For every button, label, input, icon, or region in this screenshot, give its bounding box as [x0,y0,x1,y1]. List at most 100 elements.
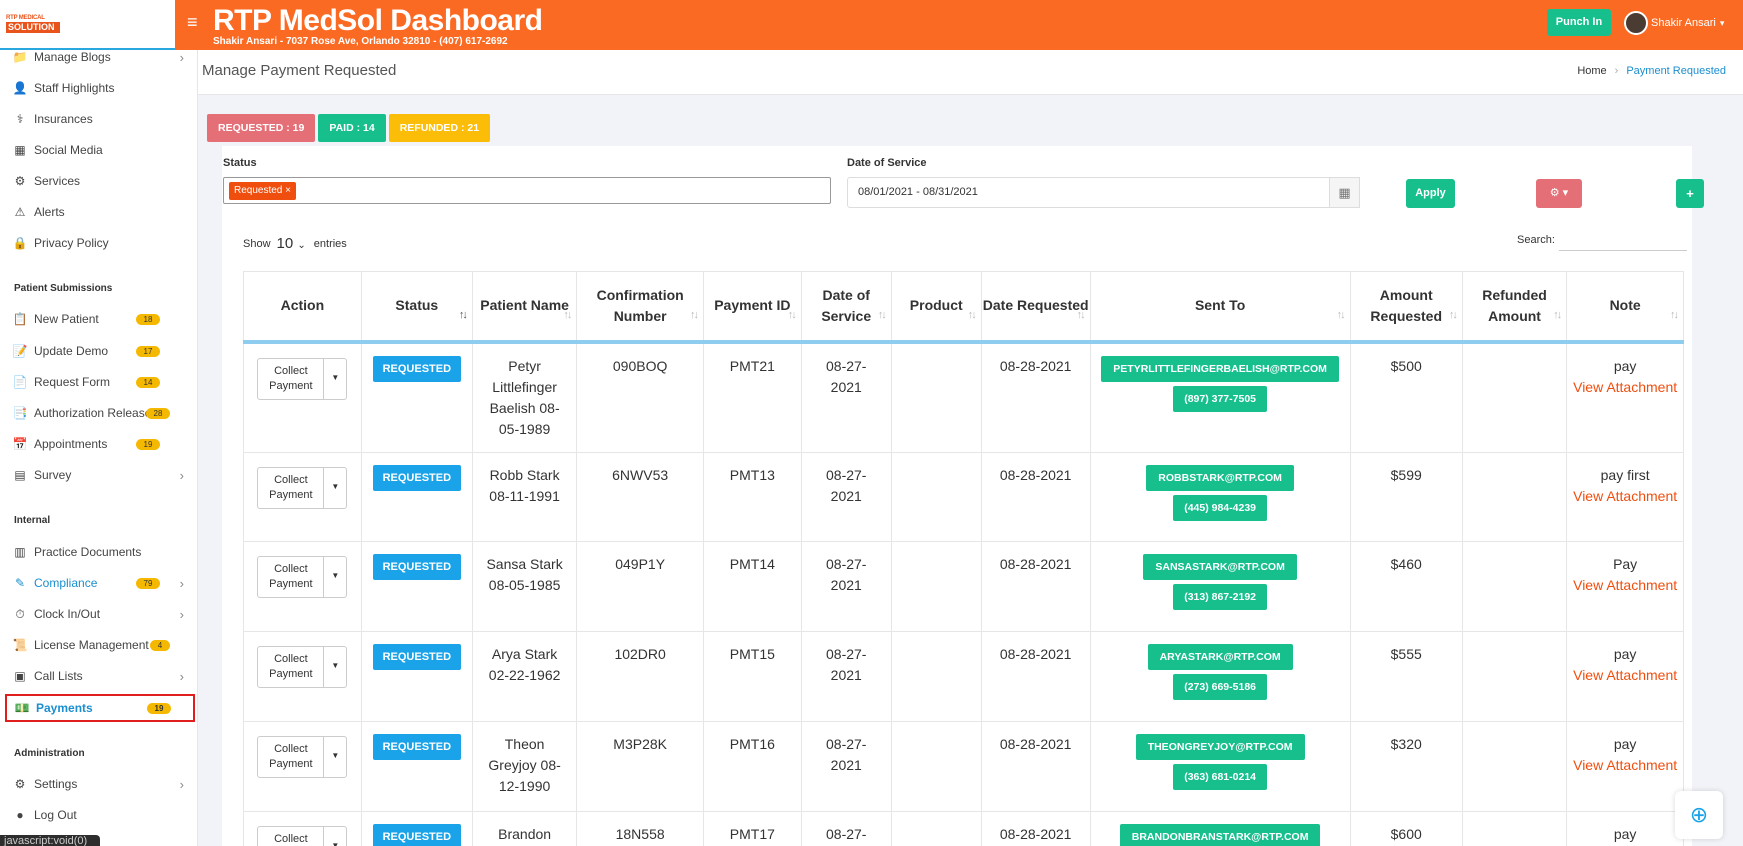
sidebar-item-request-form[interactable]: 📄 Request Form 14 [12,371,188,393]
chevron-down-icon: ▾ [1719,17,1725,28]
view-attachment-link[interactable]: View Attachment [1573,577,1677,593]
phone-badge[interactable]: (897) 377-7505 [1173,385,1268,412]
caret-down-icon[interactable]: ▼ [324,647,346,687]
caret-down-icon[interactable]: ▼ [324,737,346,777]
header-label: Date Requested [982,297,1089,314]
column-header-product[interactable]: Product ↑↓ [890,271,982,344]
status-filter-tag[interactable]: Requested × [229,182,296,200]
note-cell: pay first View Attachment [1566,452,1684,542]
add-button[interactable]: + [1676,179,1704,208]
sidebar-item-label: Authorization Release [34,406,152,420]
sidebar-item-clock-in-out[interactable]: ⏱ Clock In/Out › [12,603,188,625]
calendar-icon: 📅 [12,437,28,451]
column-header-confirmation-number[interactable]: Confirmation Number ↑↓ [576,271,704,344]
header-label: Refunded Amount [1482,286,1547,324]
sidebar-item-settings[interactable]: ⚙ Settings › [12,773,188,795]
date-range-input[interactable]: 08/01/2021 - 08/31/2021 [847,177,1330,208]
sidebar-item-compliance[interactable]: ✎ Compliance 79 › [12,572,188,594]
search-input[interactable] [1559,250,1687,251]
sidebar-item-social-media[interactable]: ▦ Social Media [12,139,188,161]
column-header-payment-id[interactable]: Payment ID ↑↓ [702,271,802,344]
apply-button[interactable]: Apply [1406,179,1455,208]
column-header-refunded-amount[interactable]: Refunded Amount ↑↓ [1461,271,1568,344]
email-badge[interactable]: ROBBSTARK@RTP.COM [1146,465,1294,491]
sidebar-item-call-lists[interactable]: ▣ Call Lists › [12,665,188,687]
sidebar-item-services[interactable]: ⚙ Services [12,170,188,192]
email-badge[interactable]: PETYRLITTLEFINGERBAELISH@RTP.COM [1101,355,1339,382]
sidebar-item-manage-blogs[interactable]: 📁 Manage Blogs › [12,46,188,68]
note-text: pay [1613,736,1637,752]
breadcrumb-separator-icon: › [1614,65,1619,77]
view-attachment-link[interactable]: View Attachment [1573,488,1677,504]
phone-badge[interactable]: (445) 984-4239 [1173,495,1268,521]
sidebar-item-insurances[interactable]: ⚕ Insurances [12,108,188,130]
caret-down-icon[interactable]: ▼ [324,359,346,399]
date-of-service-cell: 08-27-2021 [800,721,892,812]
sidebar-item-survey[interactable]: ▤ Survey › [12,464,188,486]
sidebar-item-staff-highlights[interactable]: 👤 Staff Highlights [12,77,188,99]
count-badge: 28 [146,407,170,419]
user-menu[interactable]: Shakir Ansari ▾ [1624,11,1724,35]
paid-count-pill[interactable]: PAID : 14 [318,114,386,142]
phone-badge[interactable]: (363) 681-0214 [1173,764,1268,790]
help-chat-icon[interactable]: ⊕ [1675,791,1723,839]
caret-down-icon[interactable]: ▼ [324,827,346,846]
column-header-amount-requested[interactable]: Amount Requested ↑↓ [1349,271,1463,344]
settings-dropdown-button[interactable]: ⚙ ▾ [1536,179,1582,208]
patient-name-cell: Petyr Littlefinger Baelish 08-05-1989 [471,341,578,453]
money-icon: 💵 [14,701,30,715]
phone-badge[interactable]: (313) 867-2192 [1173,584,1268,610]
hamburger-menu-icon[interactable]: ≡ [187,12,198,33]
sidebar-section-patient: Patient Submissions [14,283,113,294]
phone-badge[interactable]: (273) 669-5186 [1173,674,1268,700]
collect-payment-button[interactable]: Collect Payment▼ [257,826,348,846]
sent-to-cell: BRANDONBRANSTARK@RTP.COM [1089,811,1351,846]
sidebar-item-privacy-policy[interactable]: 🔒 Privacy Policy [12,232,188,254]
email-badge[interactable]: THEONGREYJOY@RTP.COM [1135,734,1305,760]
email-badge[interactable]: BRANDONBRANSTARK@RTP.COM [1119,824,1321,846]
page-length-select[interactable]: 10 ⌄ [277,235,306,252]
email-badge[interactable]: SANSASTARK@RTP.COM [1143,554,1297,580]
date-of-service-cell: 08-27-2021 [800,341,892,453]
sidebar-item-appointments[interactable]: 📅 Appointments 19 [12,433,188,455]
logo[interactable]: RTP MEDICAL SOLUTION [6,14,60,34]
email-badge[interactable]: ARYASTARK@RTP.COM [1147,644,1293,670]
sidebar-item-update-demo[interactable]: 📝 Update Demo 17 [12,340,188,362]
header-label: Status [395,297,439,314]
calendar-icon[interactable]: ▦ [1329,177,1360,208]
refunded-count-pill[interactable]: REFUNDED : 21 [388,114,491,142]
sidebar-item-alerts[interactable]: ⚠ Alerts [12,201,188,223]
column-header-status[interactable]: Status ↑↓ [360,271,473,344]
collect-payment-label: Collect Payment [258,737,325,777]
status-filter-select[interactable]: Requested × [223,177,831,204]
sidebar-item-license-management[interactable]: 📜 License Management 4 [12,634,188,656]
punch-in-button[interactable]: Punch In [1547,9,1611,36]
sidebar-scrollbar[interactable] [197,50,198,846]
page-length-value: 10 [276,235,294,252]
sidebar-item-new-patient[interactable]: 📋 New Patient 18 [12,308,188,330]
column-header-note[interactable]: Note ↑↓ [1566,271,1684,344]
view-attachment-link[interactable]: View Attachment [1573,667,1677,683]
view-attachment-link[interactable]: View Attachment [1573,379,1677,395]
view-attachment-link[interactable]: View Attachment [1573,757,1677,773]
column-header-date-requested[interactable]: Date Requested ↑↓ [980,271,1091,344]
collect-payment-button[interactable]: Collect Payment▼ [257,646,348,688]
collect-payment-button[interactable]: Collect Payment▼ [257,357,348,400]
amount-requested-cell: $555 [1349,631,1463,722]
column-header-date-of-service[interactable]: Date of Service ↑↓ [800,271,892,344]
sidebar-item-payments[interactable]: 💵 Payments 19 [5,694,195,722]
collect-payment-label: Collect Payment [258,358,325,399]
requested-count-pill[interactable]: REQUESTED : 19 [207,114,316,142]
breadcrumb-home[interactable]: Home [1577,65,1606,77]
caret-down-icon[interactable]: ▼ [324,468,346,508]
sidebar-item-log-out[interactable]: ● Log Out [12,804,188,826]
column-header-patient-name[interactable]: Patient Name ↑↓ [471,271,578,344]
column-header-sent-to[interactable]: Sent To ↑↓ [1089,271,1351,344]
sidebar-item-practice-documents[interactable]: ▥ Practice Documents [12,541,188,563]
caret-down-icon[interactable]: ▼ [324,557,346,597]
collect-payment-button[interactable]: Collect Payment▼ [257,467,348,509]
collect-payment-button[interactable]: Collect Payment▼ [257,736,348,778]
sidebar-item-authorization-release[interactable]: 📑 Authorization Release 28 [12,402,188,424]
payments-panel: Status Requested × Date of Service 08/01… [222,146,1704,846]
collect-payment-button[interactable]: Collect Payment▼ [257,556,348,598]
